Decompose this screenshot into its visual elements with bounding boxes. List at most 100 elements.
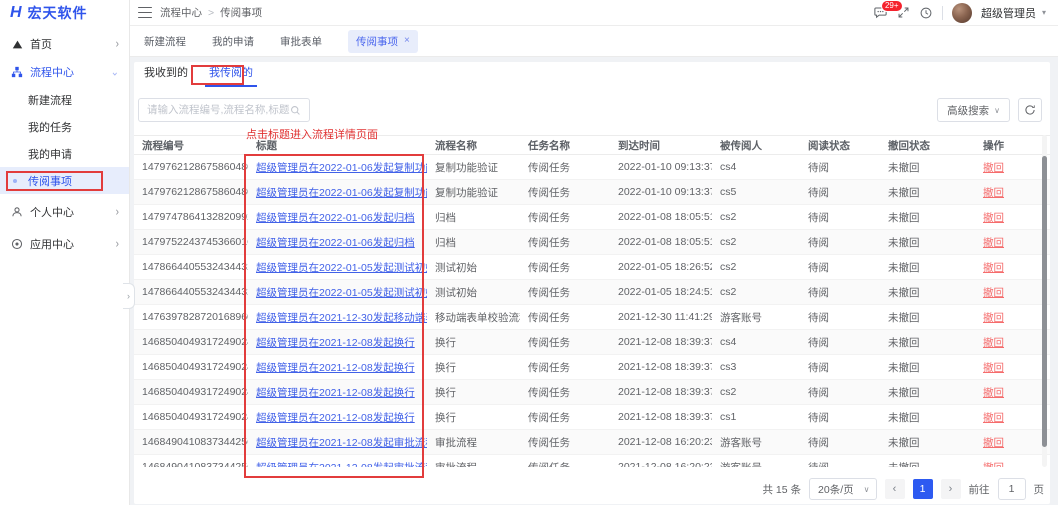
goto-unit: 页	[1034, 482, 1045, 497]
search-icon[interactable]	[290, 105, 301, 116]
tab-circulated-items[interactable]: 传阅事项 ×	[348, 30, 418, 53]
cell-arrive-time: 2022-01-08 18:05:51	[610, 205, 712, 230]
username[interactable]: 超级管理员	[981, 5, 1036, 21]
sidebar-collapse-handle[interactable]: ›	[123, 283, 135, 309]
search-row: 高级搜索 ∨	[138, 98, 1042, 122]
process-title-link[interactable]: 超级管理员在2022-01-05发起测试初始	[256, 287, 427, 299]
recall-action-link[interactable]: 撤回	[983, 437, 1004, 449]
recall-action-link[interactable]: 撤回	[983, 362, 1004, 374]
cell-title: 超级管理员在2022-01-06发起归档	[248, 230, 427, 255]
table-row: 1476397828720168960 超级管理员在2021-12-30发起移动端…	[134, 305, 1050, 330]
history-button[interactable]	[919, 6, 933, 20]
cell-reader: cs5	[712, 180, 800, 205]
table-row: 1479762128675860480超级管理员在2022-01-06发起复制功…	[134, 180, 1050, 205]
search-input[interactable]	[147, 104, 290, 116]
sidebar-item-personal-center[interactable]: 个人中心 ›	[0, 198, 129, 226]
process-title-link[interactable]: 超级管理员在2022-01-06发起复制功能验证	[256, 162, 427, 174]
tab-new-process[interactable]: 新建流程	[144, 34, 186, 49]
process-title-link[interactable]: 超级管理员在2022-01-05发起测试初始	[256, 262, 427, 274]
recall-action-link[interactable]: 撤回	[983, 337, 1004, 349]
cell-read-status: 待阅	[800, 255, 880, 280]
sidebar-item-workflow-center[interactable]: 流程中心 ⌄	[0, 58, 129, 86]
chevron-right-icon: ›	[116, 37, 119, 50]
recall-action-link[interactable]: 撤回	[983, 387, 1004, 399]
scrollbar-thumb[interactable]	[1042, 156, 1047, 447]
process-title-link[interactable]: 超级管理员在2021-12-08发起换行	[256, 337, 415, 349]
fullscreen-button[interactable]	[897, 6, 910, 19]
page-size-select[interactable]: 20条/页 ∨	[809, 478, 876, 500]
sidebar-item-my-tasks[interactable]: 我的任务	[0, 113, 129, 140]
table-row: 1468504049317249024超级管理员在2021-12-08发起换行换…	[134, 330, 1050, 355]
process-title-link[interactable]: 超级管理员在2021-12-30发起移动端表单校验流程	[256, 312, 427, 324]
cell-reader: cs2	[712, 255, 800, 280]
brand-logo[interactable]: H 宏天软件	[0, 0, 129, 26]
process-title-link[interactable]: 超级管理员在2021-12-08发起换行	[256, 362, 415, 374]
recall-action-link[interactable]: 撤回	[983, 412, 1004, 424]
column-header: 流程编号	[134, 136, 248, 155]
cell-arrive-time: 2021-12-08 16:20:23	[610, 430, 712, 455]
sidebar-item-circulated-items[interactable]: 传阅事项	[0, 167, 129, 194]
cell-read-status: 待阅	[800, 280, 880, 305]
cell-title: 超级管理员在2021-12-30发起移动端表单校验流程	[248, 305, 427, 330]
clock-icon	[919, 6, 933, 20]
sidebar-item-app-center[interactable]: 应用中心 ›	[0, 230, 129, 258]
chevron-down-icon: ∨	[994, 106, 1000, 115]
sidebar-item-my-applications[interactable]: 我的申请	[0, 140, 129, 167]
cell-process-id: 1468504049317249024	[134, 355, 248, 380]
recall-action-link[interactable]: 撤回	[983, 262, 1004, 274]
column-header: 撤回状态	[880, 136, 975, 155]
process-title-link[interactable]: 超级管理员在2021-12-08发起审批流程	[256, 462, 427, 468]
goto-label: 前往	[969, 482, 990, 497]
process-title-link[interactable]: 超级管理员在2021-12-08发起换行	[256, 387, 415, 399]
recall-action-link[interactable]: 撤回	[983, 187, 1004, 199]
cell-read-status: 待阅	[800, 380, 880, 405]
tab-approval-forms[interactable]: 审批表单	[280, 34, 322, 49]
breadcrumb-current: 传阅事项	[220, 5, 262, 20]
advanced-search-button[interactable]: 高级搜索 ∨	[937, 98, 1010, 122]
cell-arrive-time: 2022-01-08 18:05:51	[610, 230, 712, 255]
goto-page-input[interactable]	[998, 478, 1026, 500]
subtab-circulated-by-me[interactable]: 我传阅的	[205, 65, 257, 87]
cell-reader: cs2	[712, 230, 800, 255]
recall-action-link[interactable]: 撤回	[983, 162, 1004, 174]
sidebar-subitem-label: 新建流程	[28, 92, 72, 108]
sidebar-item-new-process[interactable]: 新建流程	[0, 86, 129, 113]
cell-action: 撤回	[975, 155, 1050, 180]
avatar[interactable]	[952, 3, 972, 23]
recall-action-link[interactable]: 撤回	[983, 312, 1004, 324]
sidebar-item-home[interactable]: 首页 ›	[0, 30, 129, 58]
cell-reader: cs4	[712, 330, 800, 355]
message-button[interactable]: 29+	[873, 5, 888, 20]
page-background: 我收到的 我传阅的 高级搜索 ∨	[130, 57, 1058, 505]
table-row: 1478664405532434432超级管理员在2022-01-05发起测试初…	[134, 280, 1050, 305]
process-title-link[interactable]: 超级管理员在2021-12-08发起审批流程	[256, 437, 427, 449]
process-title-link[interactable]: 超级管理员在2021-12-08发起换行	[256, 412, 415, 424]
cell-action: 撤回	[975, 305, 1050, 330]
process-title-link[interactable]: 超级管理员在2022-01-06发起归档	[256, 212, 415, 224]
advanced-search-label: 高级搜索	[947, 103, 989, 118]
menu-collapse-icon[interactable]	[138, 7, 152, 19]
subtab-received[interactable]: 我收到的	[140, 65, 192, 87]
tab-my-applications[interactable]: 我的申请	[212, 34, 254, 49]
workflow-icon	[10, 65, 24, 79]
refresh-button[interactable]	[1018, 98, 1042, 122]
cell-task-name: 传阅任务	[520, 180, 610, 205]
prev-page-button[interactable]: ‹	[885, 479, 905, 499]
process-title-link[interactable]: 超级管理员在2022-01-06发起归档	[256, 237, 415, 249]
cell-task-name: 传阅任务	[520, 405, 610, 430]
recall-action-link[interactable]: 撤回	[983, 237, 1004, 249]
divider	[942, 6, 943, 20]
breadcrumb-root[interactable]: 流程中心	[160, 5, 202, 20]
cell-process-id: 1476397828720168960	[134, 305, 248, 330]
close-icon[interactable]: ×	[404, 36, 410, 46]
cell-title: 超级管理员在2021-12-08发起换行	[248, 405, 427, 430]
next-page-button[interactable]: ›	[941, 479, 961, 499]
recall-action-link[interactable]: 撤回	[983, 212, 1004, 224]
process-title-link[interactable]: 超级管理员在2022-01-06发起复制功能验证	[256, 187, 427, 199]
cell-process-id: 1478664405532434432	[134, 255, 248, 280]
recall-action-link[interactable]: 撤回	[983, 287, 1004, 299]
recall-action-link[interactable]: 撤回	[983, 462, 1004, 468]
cell-recall-status: 未撤回	[880, 430, 975, 455]
current-page-button[interactable]: 1	[913, 479, 933, 499]
cell-task-name: 传阅任务	[520, 330, 610, 355]
